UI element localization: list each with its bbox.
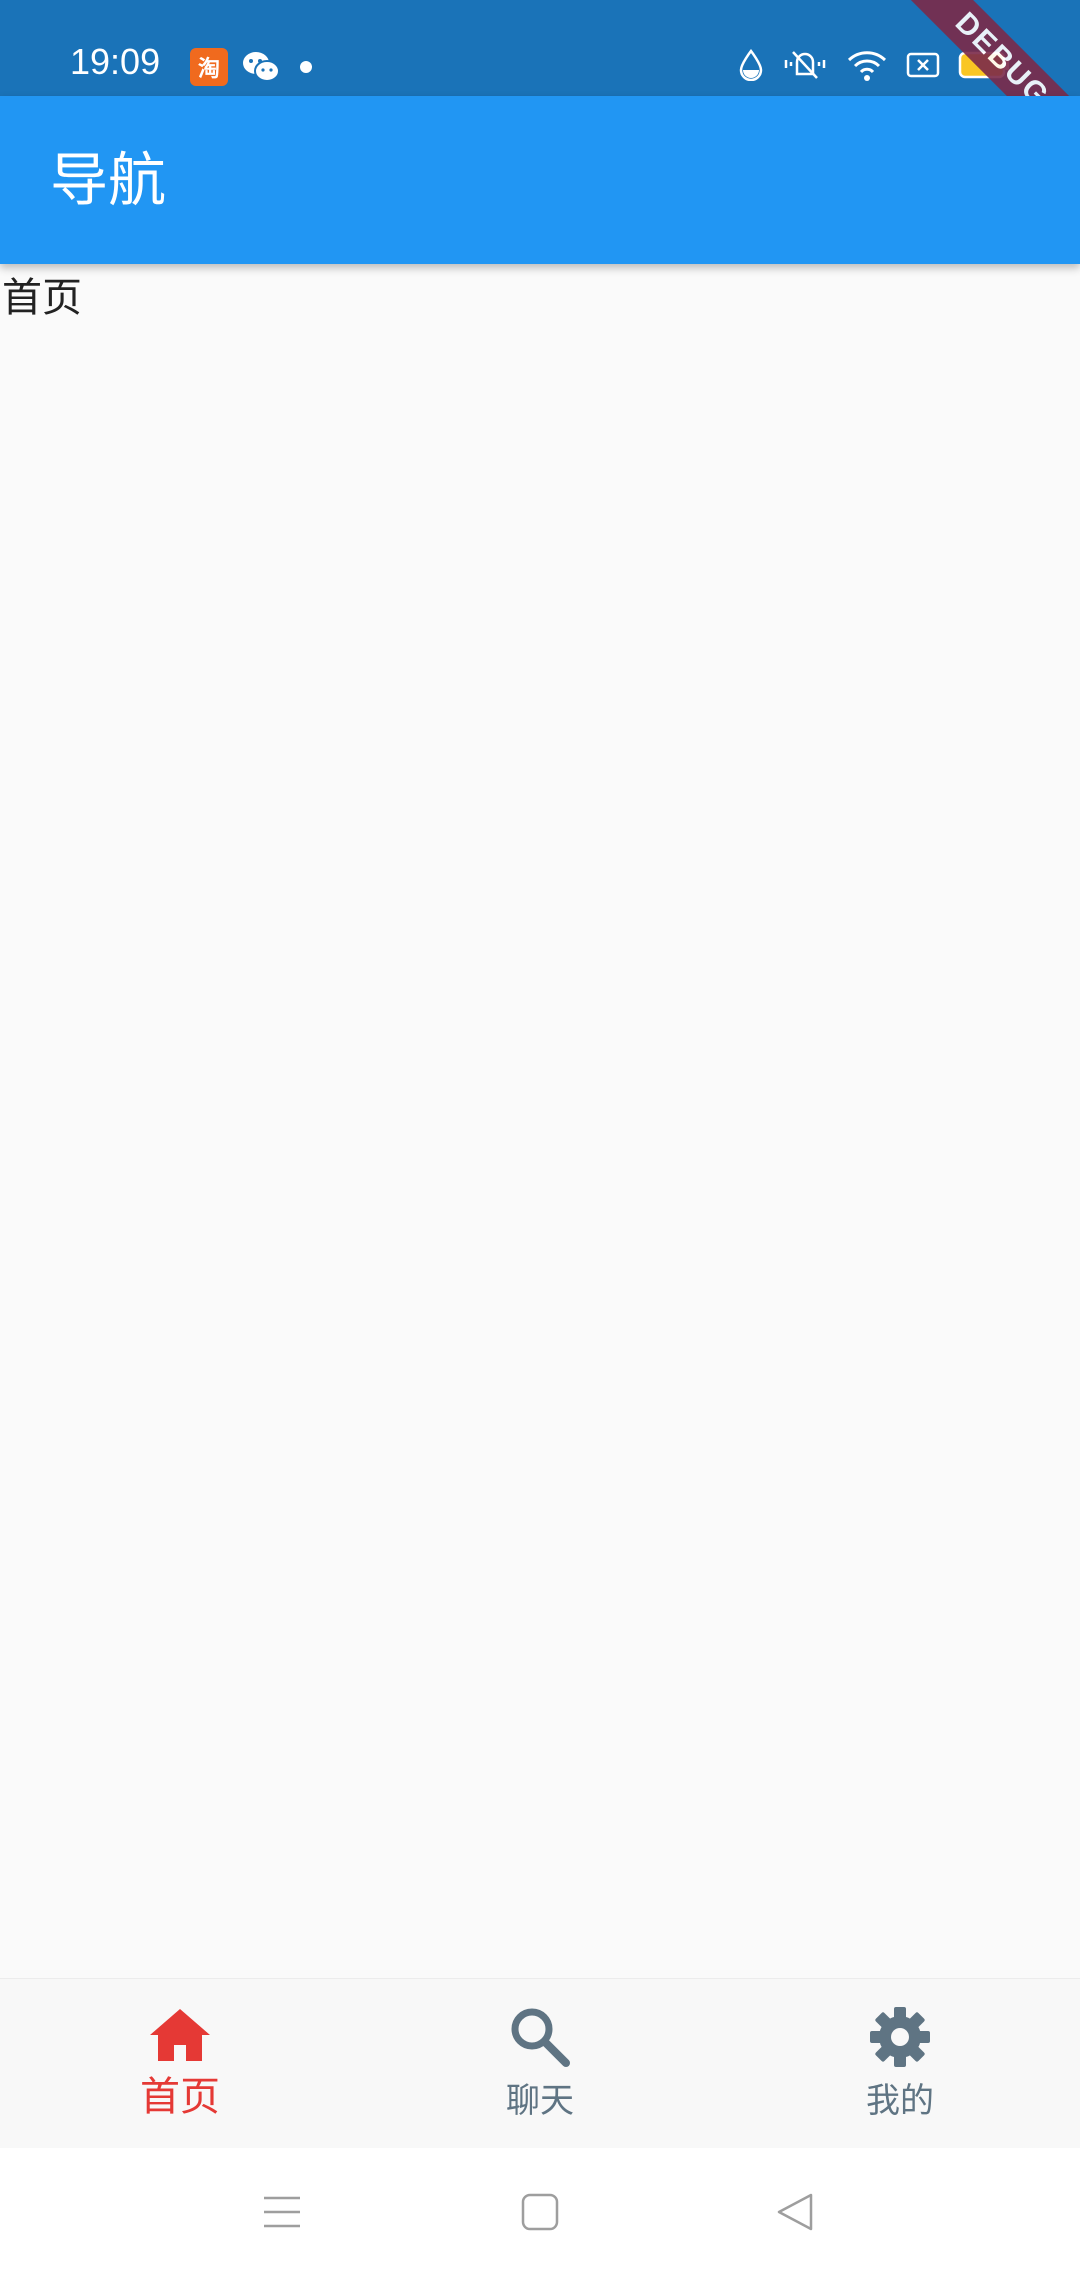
body-text: 首页: [2, 275, 82, 321]
gear-icon: [870, 2007, 930, 2067]
status-time: 19:09: [70, 41, 161, 82]
bottom-navigation-bar: 首页 聊天 我的: [0, 1978, 1080, 2148]
bottom-nav-item-mine[interactable]: 我的: [720, 1979, 1080, 2148]
home-icon: [150, 2009, 210, 2061]
bottom-nav-item-chat[interactable]: 聊天: [360, 1979, 720, 2148]
bell-muted-icon: [784, 51, 826, 79]
app-screen: 19:09 淘 DEBUG 导航 首页 首页 聊天 我的: [0, 0, 1080, 2280]
wifi-icon: [847, 51, 887, 81]
home-square-icon[interactable]: [520, 2192, 560, 2232]
bottom-nav-label-chat: 聊天: [506, 2081, 574, 2121]
taobao-icon: 淘: [190, 48, 228, 86]
status-bar: 19:09 淘: [0, 0, 1080, 96]
page-title: 导航: [50, 146, 167, 214]
notification-dot-icon: [300, 61, 312, 73]
status-left-icons: 淘: [190, 48, 312, 86]
wechat-icon: [243, 52, 280, 82]
back-triangle-icon[interactable]: [775, 2192, 815, 2232]
sim-off-icon: [906, 52, 940, 78]
search-icon: [511, 2008, 570, 2067]
bottom-nav-label-mine: 我的: [866, 2081, 934, 2121]
bottom-nav-item-home[interactable]: 首页: [0, 1979, 360, 2148]
system-navigation-bar: [0, 2148, 1080, 2280]
page-body: 首页: [0, 264, 1080, 1978]
menu-icon[interactable]: [262, 2192, 302, 2232]
bottom-nav-label-home: 首页: [140, 2074, 220, 2120]
water-drop-icon: [739, 49, 763, 81]
app-bar: 导航: [0, 96, 1080, 264]
